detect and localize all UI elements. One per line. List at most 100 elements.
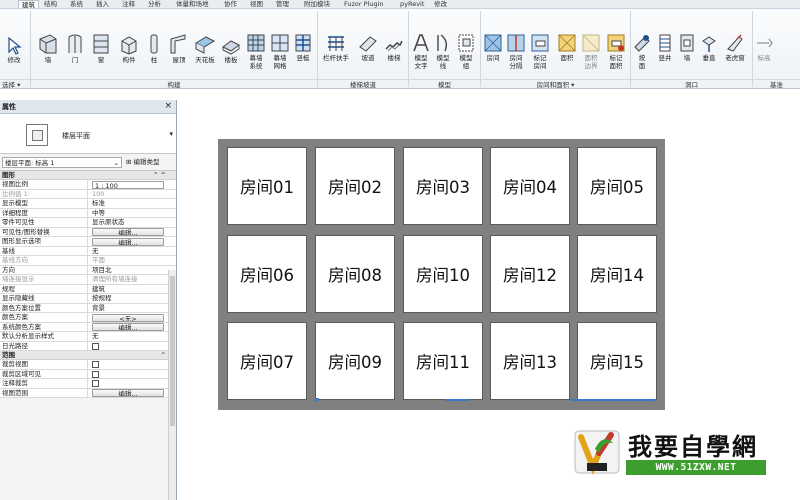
properties-scrollbar[interactable]	[168, 270, 176, 500]
property-value[interactable]: 1 : 100	[92, 180, 164, 189]
tab-collaborate[interactable]: 协作	[224, 0, 237, 8]
property-row[interactable]: 规程 建筑	[0, 284, 176, 294]
group-graphics[interactable]: 图形 ⌃ ^	[0, 171, 176, 180]
property-row[interactable]: 颜色方案位置 背景	[0, 303, 176, 313]
floor-button[interactable]: 楼板	[220, 33, 242, 64]
tag-area-button[interactable]: 标记 面积	[604, 33, 628, 70]
property-row[interactable]: 视图范围 编辑...	[0, 388, 176, 398]
property-row[interactable]: 墙连接显示 清理所有墙连接	[0, 275, 176, 285]
room-tag[interactable]: 房间07	[227, 322, 307, 400]
room-tag[interactable]: 房间11	[403, 322, 483, 400]
tab-manage[interactable]: 管理	[276, 0, 289, 8]
property-checkbox[interactable]	[92, 379, 164, 389]
room-tag[interactable]: 房间10	[403, 235, 483, 313]
property-checkbox[interactable]	[92, 360, 164, 370]
property-edit-button[interactable]: 编辑...	[92, 228, 164, 236]
area-button[interactable]: 面积	[556, 33, 578, 62]
tab-view[interactable]: 视图	[250, 0, 263, 8]
column-button[interactable]: 柱	[146, 33, 162, 64]
panel-room-area-title[interactable]: 房间和面积 ▾	[481, 79, 630, 88]
property-row[interactable]: 默认分析显示样式无	[0, 332, 176, 342]
property-row[interactable]: 比例值 1: 100	[0, 189, 176, 199]
room-tag[interactable]: 房间14	[577, 235, 657, 313]
tab-architecture[interactable]: 建筑	[18, 0, 39, 8]
railing-button[interactable]: 栏杆扶手	[320, 33, 352, 62]
ceiling-button[interactable]: 天花板	[192, 33, 218, 64]
collapse-icon[interactable]: ⌃ ^	[153, 171, 166, 180]
tab-annotate[interactable]: 注释	[122, 0, 135, 8]
room-tag[interactable]: 房间12	[490, 235, 570, 313]
room-tag[interactable]: 房间15	[577, 322, 657, 400]
property-row[interactable]: 方向 项目北	[0, 265, 176, 275]
property-edit-button[interactable]: 编辑...	[92, 323, 164, 331]
property-checkbox[interactable]	[92, 342, 164, 352]
level-button[interactable]: 标高	[754, 33, 774, 62]
group-extents[interactable]: 范围 ⌃	[0, 351, 176, 360]
property-edit-button[interactable]: 编辑...	[92, 237, 164, 246]
by-face-button[interactable]: 按 面	[632, 33, 652, 70]
model-text-button[interactable]: 模型 文字	[410, 33, 432, 70]
room-tag[interactable]: 房间03	[403, 147, 483, 225]
door-button[interactable]: 门	[64, 33, 86, 64]
shaft-button[interactable]: 竖井	[654, 33, 676, 62]
modify-button[interactable]: 修改	[2, 37, 26, 64]
tab-modify[interactable]: 修改	[434, 0, 447, 8]
model-group-button[interactable]: 模型 组	[456, 33, 476, 70]
checkbox-icon[interactable]	[92, 342, 99, 350]
property-checkbox[interactable]	[92, 370, 164, 380]
room-tag[interactable]: 房间02	[315, 147, 395, 225]
room-tag[interactable]: 房间08	[315, 235, 395, 313]
room-tag[interactable]: 房间09	[315, 322, 395, 400]
tab-systems[interactable]: 系统	[70, 0, 83, 8]
tab-analyze[interactable]: 分析	[148, 0, 161, 8]
checkbox-icon[interactable]	[92, 361, 99, 368]
room-tag[interactable]: 房间13	[490, 322, 570, 400]
component-button[interactable]: 构件	[116, 33, 142, 64]
roof-button[interactable]: 屋顶	[168, 33, 190, 64]
property-row[interactable]: 颜色方案 <无>	[0, 313, 176, 323]
property-row[interactable]: 系统颜色方案 编辑...	[0, 322, 176, 332]
type-selector[interactable]: 楼层平面 ▾	[0, 114, 176, 154]
property-row[interactable]: 视图比例 1 : 100	[0, 180, 176, 190]
property-row[interactable]: 显示隐藏线 按规程	[0, 294, 176, 304]
ramp-button[interactable]: 坡道	[356, 33, 380, 62]
tab-fuzor[interactable]: Fuzor Plugin	[344, 0, 384, 8]
room-separator-button[interactable]: 房间 分隔	[505, 33, 527, 70]
chevron-down-icon[interactable]: ▾	[169, 130, 173, 138]
room-button[interactable]: 房间	[482, 33, 504, 62]
tab-insert[interactable]: 插入	[96, 0, 109, 8]
close-icon[interactable]: ×	[164, 101, 172, 111]
property-row[interactable]: 详细程度 中等	[0, 208, 176, 218]
checkbox-icon[interactable]	[92, 380, 99, 387]
curtain-system-button[interactable]: 幕墙 系统	[244, 33, 268, 70]
property-edit-button[interactable]: 编辑...	[92, 389, 164, 397]
property-row[interactable]: 显示模型 标准	[0, 199, 176, 209]
property-row[interactable]: 注释裁剪	[0, 379, 176, 389]
room-tag[interactable]: 房间05	[577, 147, 657, 225]
tab-pyrevit[interactable]: pyRevit	[400, 0, 424, 8]
property-row[interactable]: 可见性/图形替换 编辑...	[0, 227, 176, 237]
room-tag[interactable]: 房间06	[227, 235, 307, 313]
property-row[interactable]: 裁剪视图	[0, 360, 176, 370]
curtain-grid-button[interactable]: 幕墙 网格	[268, 33, 292, 70]
checkbox-icon[interactable]	[92, 370, 99, 378]
tab-massing-site[interactable]: 体量和场地	[176, 0, 209, 8]
tab-structure[interactable]: 结构	[44, 0, 57, 8]
wall-opening-button[interactable]: 墙	[678, 33, 696, 62]
room-tag[interactable]: 房间04	[490, 147, 570, 225]
dormer-button[interactable]: 老虎窗	[722, 33, 748, 62]
stair-button[interactable]: 楼梯	[382, 33, 406, 62]
property-row[interactable]: 基线方向 平面	[0, 256, 176, 266]
mullion-button[interactable]: 竖梃	[292, 33, 314, 62]
property-row[interactable]: 基线无	[0, 246, 176, 256]
tag-room-button[interactable]: 标记 房间	[528, 33, 552, 70]
model-line-button[interactable]: 模型 线	[434, 33, 452, 70]
wall-button[interactable]: 墙	[36, 33, 60, 64]
scrollbar-thumb[interactable]	[170, 276, 175, 426]
area-boundary-button[interactable]: 面积 边界	[580, 33, 602, 70]
property-row[interactable]: 裁剪区域可见	[0, 369, 176, 380]
collapse-icon[interactable]: ⌃	[161, 351, 166, 360]
edit-type-button[interactable]: ⊞ 编辑类型	[126, 157, 160, 167]
tab-addins[interactable]: 附加模块	[304, 0, 330, 8]
panel-select-title[interactable]: 选择 ▾	[0, 79, 30, 88]
